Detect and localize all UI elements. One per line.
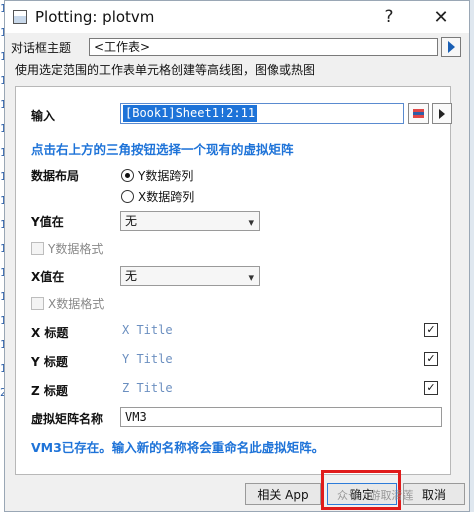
plotting-dialog: Plotting: plotvm ? ✕ 对话框主题 <工作表> 使用选定范围的…: [4, 0, 470, 512]
y-title-field[interactable]: Y Title: [122, 352, 173, 366]
chevron-down-icon: ▾: [248, 271, 254, 284]
vm-exists-message: VM3已存在。输入新的名称将会重命名此虚拟矩阵。: [31, 440, 325, 455]
x-title-field[interactable]: X Title: [122, 323, 173, 337]
x-in-dropdown[interactable]: 无 ▾: [120, 266, 260, 286]
chevron-down-icon: ▾: [248, 216, 254, 229]
x-title-checkbox[interactable]: ✓: [424, 323, 438, 337]
z-title-label: Z 标题: [31, 384, 68, 398]
input-range-value: [Book1]Sheet1!2:11: [123, 105, 258, 122]
radio-unselected-icon: [121, 190, 134, 203]
theme-menu-arrow-icon[interactable]: [441, 37, 461, 57]
layout-label: 数据布局: [31, 169, 80, 183]
y-format-checkbox-row: Y数据格式: [31, 240, 103, 257]
related-app-button[interactable]: 相关 App: [245, 483, 321, 505]
triangle-menu-button[interactable]: [432, 103, 452, 124]
x-format-checkbox-row: X数据格式: [31, 295, 104, 312]
radio-y-label: Y数据跨列: [138, 169, 194, 183]
x-in-label: X值在: [31, 270, 65, 284]
input-range-field[interactable]: [Book1]Sheet1!2:11: [120, 103, 404, 124]
watermark: 众号 · 游取清莲: [337, 489, 414, 502]
dialog-description: 使用选定范围的工作表单元格创建等高线图，图像或热图: [15, 63, 316, 77]
y-in-value: 无: [125, 214, 138, 228]
dialog-theme-select[interactable]: <工作表>: [89, 38, 438, 56]
y-format-label: Y数据格式: [48, 242, 104, 256]
input-label: 输入: [31, 109, 56, 123]
y-format-checkbox: [31, 242, 44, 255]
help-button[interactable]: ?: [367, 1, 411, 33]
x-title-label: X 标题: [31, 326, 69, 340]
dialog-theme-label: 对话框主题: [11, 40, 72, 55]
window-title: Plotting: plotvm: [35, 8, 155, 26]
range-picker-icon[interactable]: [408, 103, 429, 124]
z-title-checkbox[interactable]: ✓: [424, 381, 438, 395]
hint-text: 点击右上方的三角按钮选择一个现有的虚拟矩阵: [31, 142, 294, 157]
radio-x-label: X数据跨列: [138, 190, 195, 204]
x-format-label: X数据格式: [48, 297, 105, 311]
y-in-dropdown[interactable]: 无 ▾: [120, 211, 260, 231]
dialog-theme-row: 对话框主题 <工作表>: [11, 37, 465, 57]
y-title-label: Y 标题: [31, 355, 68, 369]
vm-name-label: 虚拟矩阵名称: [31, 412, 104, 426]
radio-x-across-columns[interactable]: X数据跨列: [121, 188, 194, 205]
radio-y-across-columns[interactable]: Y数据跨列: [121, 167, 193, 184]
y-title-checkbox[interactable]: ✓: [424, 352, 438, 366]
x-format-checkbox: [31, 297, 44, 310]
window-icon: [13, 10, 27, 24]
z-title-field[interactable]: Z Title: [122, 381, 173, 395]
x-in-value: 无: [125, 269, 138, 283]
vm-name-input[interactable]: VM3: [120, 407, 442, 427]
close-button[interactable]: ✕: [419, 1, 463, 33]
y-in-label: Y值在: [31, 215, 64, 229]
title-bar: Plotting: plotvm ? ✕: [5, 1, 469, 33]
radio-selected-icon: [121, 169, 134, 182]
settings-panel: 输入 [Book1]Sheet1!2:11 点击右上方的三角按钮选择一个现有的虚…: [15, 86, 452, 475]
